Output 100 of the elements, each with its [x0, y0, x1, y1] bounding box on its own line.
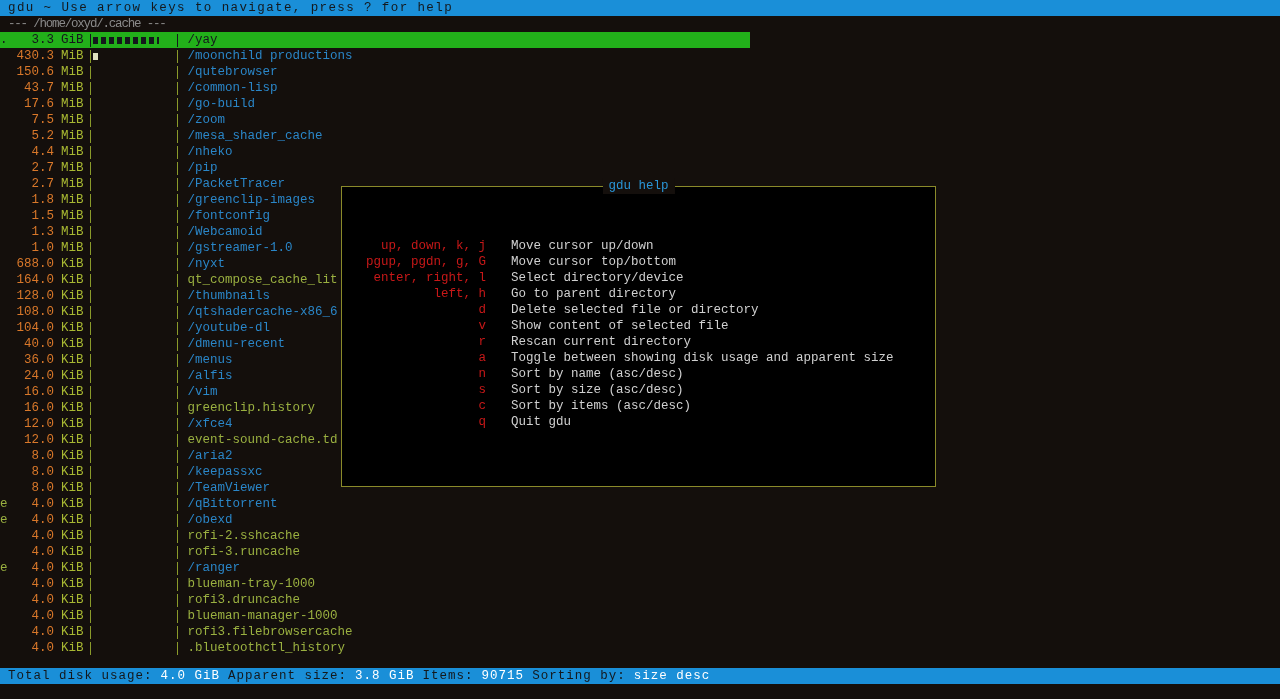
- directory-name: /alfis: [187, 368, 233, 384]
- list-row[interactable]: 4.0 KiB rofi-3.runcache: [0, 544, 301, 560]
- file-name: blueman-tray-1000: [187, 576, 316, 592]
- size-value: 4.0: [30, 512, 54, 528]
- list-row[interactable]: 4.4 MiB /nheko: [0, 144, 233, 160]
- size-unit: KiB: [61, 368, 84, 384]
- list-row[interactable]: 7.5 MiB /zoom: [0, 112, 226, 128]
- list-row[interactable]: 4.0 KiB .bluetoothctl_history: [0, 640, 346, 656]
- list-row[interactable]: 36.0 KiB /menus: [0, 352, 233, 368]
- list-row[interactable]: 4.0 KiB blueman-manager-1000: [0, 608, 338, 624]
- shortcut-description: Show content of selected file: [511, 318, 729, 334]
- file-name: rofi-2.sshcache: [187, 528, 301, 544]
- list-row[interactable]: 8.0 KiB /aria2: [0, 448, 233, 464]
- size-unit: KiB: [61, 384, 84, 400]
- directory-name: /nheko: [187, 144, 233, 160]
- size-value: 4.4: [30, 144, 54, 160]
- list-row[interactable]: 1.3 MiB /Webcamoid: [0, 224, 263, 240]
- shortcut-key: enter, right, l: [342, 270, 486, 286]
- list-row[interactable]: 5.2 MiB /mesa_shader_cache: [0, 128, 323, 144]
- size-unit: KiB: [61, 576, 84, 592]
- list-row[interactable]: 108.0 KiB /qtshadercache-x86_6: [0, 304, 338, 320]
- file-name: rofi3.druncache: [187, 592, 301, 608]
- directory-name: /qBittorrent: [187, 496, 278, 512]
- list-row[interactable]: e 4.0 KiB /qBittorrent: [0, 496, 278, 512]
- shortcut-description: Quit gdu: [511, 414, 571, 430]
- list-row[interactable]: 150.6 MiB /qutebrowser: [0, 64, 278, 80]
- directory-name: /pip: [187, 160, 218, 176]
- shortcut-key: a: [342, 350, 486, 366]
- size-unit: KiB: [61, 336, 84, 352]
- list-row[interactable]: 16.0 KiB /vim: [0, 384, 218, 400]
- list-row[interactable]: 164.0 KiB qt_compose_cache_lit: [0, 272, 338, 288]
- shortcut-description: Select directory/device: [511, 270, 684, 286]
- directory-name: /zoom: [187, 112, 226, 128]
- shortcut-key: v: [342, 318, 486, 334]
- shortcut-description: Sort by items (asc/desc): [511, 398, 692, 414]
- size-unit: KiB: [61, 512, 84, 528]
- directory-name: /nyxt: [187, 256, 226, 272]
- size-unit: KiB: [61, 592, 84, 608]
- dialog-title: gdu help: [602, 178, 675, 194]
- list-row[interactable]: e 4.0 KiB /ranger: [0, 560, 241, 576]
- size-value: 8.0: [30, 448, 54, 464]
- shortcut-description: Sort by size (asc/desc): [511, 382, 684, 398]
- list-row[interactable]: 1.8 MiB /greenclip-images: [0, 192, 316, 208]
- list-row[interactable]: 43.7 MiB /common-lisp: [0, 80, 278, 96]
- list-row[interactable]: 688.0 KiB /nyxt: [0, 256, 226, 272]
- list-row[interactable]: 8.0 KiB /TeamViewer: [0, 480, 271, 496]
- directory-name: /vim: [187, 384, 218, 400]
- size-value: 1.8: [30, 192, 54, 208]
- size-value: 12.0: [23, 432, 54, 448]
- size-value: 430.3: [16, 48, 54, 64]
- list-row[interactable]: 40.0 KiB /dmenu-recent: [0, 336, 286, 352]
- size-value: 4.0: [30, 544, 54, 560]
- size-unit: KiB: [61, 320, 84, 336]
- list-row[interactable]: 24.0 KiB /alfis: [0, 368, 233, 384]
- size-value: 1.3: [30, 224, 54, 240]
- directory-name: /ranger: [187, 560, 241, 576]
- size-value: 2.7: [30, 176, 54, 192]
- size-unit: KiB: [61, 272, 84, 288]
- status-label: Total disk usage:: [8, 668, 153, 684]
- directory-name: /obexd: [187, 512, 233, 528]
- list-row[interactable]: 16.0 KiB greenclip.history: [0, 400, 316, 416]
- size-unit: MiB: [61, 160, 84, 176]
- shortcut-description: Rescan current directory: [511, 334, 692, 350]
- directory-name: /qutebrowser: [187, 64, 278, 80]
- list-row[interactable]: e 4.0 KiB /obexd: [0, 512, 233, 528]
- list-row[interactable]: 1.5 MiB /fontconfig: [0, 208, 271, 224]
- list-row[interactable]: 128.0 KiB /thumbnails: [0, 288, 271, 304]
- list-row[interactable]: 12.0 KiB /xfce4: [0, 416, 233, 432]
- size-unit: MiB: [61, 112, 84, 128]
- directory-name: /mesa_shader_cache: [187, 128, 323, 144]
- directory-name: /keepassxc: [187, 464, 263, 480]
- size-value: 4.0: [30, 560, 54, 576]
- list-row[interactable]: 430.3 MiB /moonchild productions: [0, 48, 353, 64]
- list-row[interactable]: 4.0 KiB blueman-tray-1000: [0, 576, 316, 592]
- size-unit: KiB: [61, 432, 84, 448]
- shortcut-description: Move cursor top/bottom: [511, 254, 677, 270]
- list-row[interactable]: 4.0 KiB rofi-2.sshcache: [0, 528, 301, 544]
- directory-name: /qtshadercache-x86_6: [187, 304, 338, 320]
- size-unit: KiB: [61, 304, 84, 320]
- size-unit: KiB: [61, 416, 84, 432]
- flag-text: .: [0, 32, 9, 48]
- size-value: 4.0: [30, 640, 54, 656]
- directory-name: /go-build: [187, 96, 256, 112]
- directory-name: /common-lisp: [187, 80, 278, 96]
- size-unit: KiB: [61, 352, 84, 368]
- file-name: greenclip.history: [187, 400, 316, 416]
- list-row[interactable]: 17.6 MiB /go-build: [0, 96, 256, 112]
- list-row[interactable]: 8.0 KiB /keepassxc: [0, 464, 263, 480]
- list-row[interactable]: 4.0 KiB rofi3.druncache: [0, 592, 301, 608]
- list-row[interactable]: 2.7 MiB /pip: [0, 160, 218, 176]
- size-unit: KiB: [61, 528, 84, 544]
- list-row[interactable]: 4.0 KiB rofi3.filebrowsercache: [0, 624, 353, 640]
- list-row[interactable]: 12.0 KiB event-sound-cache.td: [0, 432, 338, 448]
- list-row[interactable]: 2.7 MiB /PacketTracer: [0, 176, 286, 192]
- status-value: size desc: [633, 668, 711, 684]
- size-value: 24.0: [23, 368, 54, 384]
- list-row[interactable]: . 3.3 GiB /yay: [0, 32, 750, 48]
- list-row[interactable]: 1.0 MiB /gstreamer-1.0: [0, 240, 293, 256]
- list-row[interactable]: 104.0 KiB /youtube-dl: [0, 320, 271, 336]
- directory-name: /Webcamoid: [187, 224, 263, 240]
